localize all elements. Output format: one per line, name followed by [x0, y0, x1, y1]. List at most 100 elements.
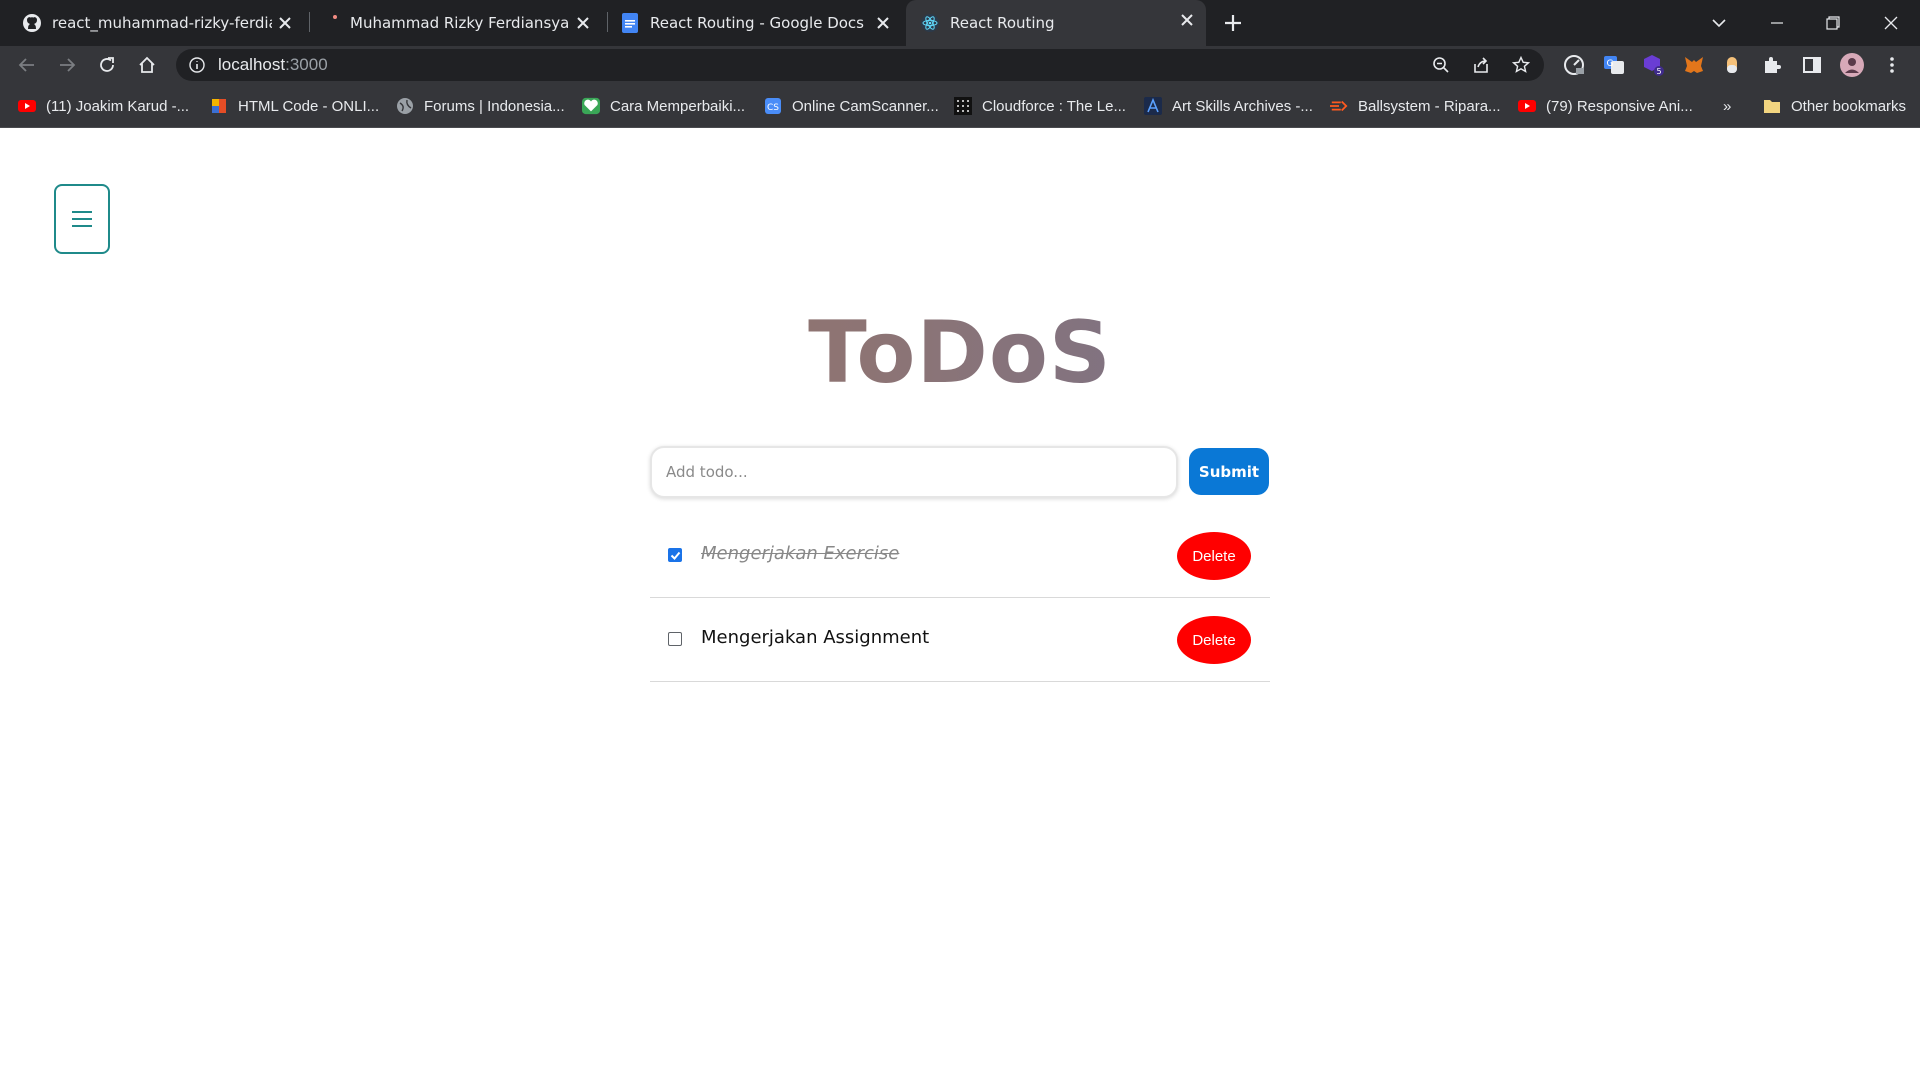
browser-toolbar: localhost:3000 G 5: [0, 46, 1920, 84]
github-icon: [22, 13, 42, 33]
hamburger-icon: [72, 211, 92, 227]
bookmark-item[interactable]: CS Online CamScanner...: [764, 96, 939, 116]
tab-portfolio[interactable]: Muhammad Rizky Ferdiansyah -: [306, 3, 602, 43]
info-icon[interactable]: [188, 56, 206, 74]
forward-button[interactable]: [53, 51, 81, 79]
svg-text:5: 5: [1657, 67, 1662, 76]
other-bookmarks[interactable]: Other bookmarks: [1763, 96, 1906, 116]
camscanner-icon: CS: [764, 97, 782, 115]
chevron-double-right-icon: »: [1723, 97, 1732, 115]
bookmark-label: (11) Joakim Karud -...: [46, 97, 190, 115]
close-icon[interactable]: [574, 14, 592, 32]
todo-checkbox[interactable]: [668, 632, 682, 646]
tab-google-docs[interactable]: React Routing - Google Docs: [606, 3, 902, 43]
url-host: localhost: [218, 55, 286, 74]
page-title: ToDoS: [0, 303, 1920, 403]
close-icon[interactable]: [276, 14, 294, 32]
todo-item: Mengerjakan Exercise Delete: [650, 514, 1270, 598]
share-icon[interactable]: [1470, 54, 1492, 76]
chevron-down-icon: [1712, 19, 1726, 28]
extensions-puzzle-icon[interactable]: [1758, 51, 1786, 79]
close-icon[interactable]: [1178, 11, 1196, 29]
url-text: localhost:3000: [218, 55, 328, 75]
submit-button[interactable]: Submit: [1189, 448, 1269, 495]
todo-checkbox-checked[interactable]: [668, 548, 682, 562]
ballsystem-icon: [1330, 97, 1348, 115]
back-button[interactable]: [13, 51, 41, 79]
tab-github[interactable]: react_muhammad-rizky-ferdiansyah: [8, 3, 304, 43]
arrow-left-icon: [18, 58, 34, 72]
heart-icon: [582, 97, 600, 115]
side-panel-icon[interactable]: [1798, 51, 1826, 79]
google-translate-icon[interactable]: G: [1600, 51, 1628, 79]
reload-icon: [100, 57, 114, 72]
svg-text:G: G: [1607, 59, 1614, 69]
bookmark-label: Art Skills Archives -...: [1172, 97, 1313, 115]
menu-toggle-button[interactable]: [54, 184, 110, 254]
add-todo-form: Submit: [650, 446, 1270, 498]
bookmark-item[interactable]: HTML Code - ONLI...: [210, 96, 379, 116]
extension-capsule-icon[interactable]: [1718, 51, 1746, 79]
plus-icon: [1225, 15, 1241, 31]
checkmark-icon: [670, 551, 680, 560]
reload-button[interactable]: [93, 51, 121, 79]
more-bookmarks-button[interactable]: »: [1723, 96, 1731, 116]
menu-kebab-icon[interactable]: [1878, 51, 1906, 79]
tab-title: React Routing - Google Docs: [650, 14, 864, 32]
page-viewport: ToDoS Submit Mengerjakan Exercise Delete…: [0, 128, 1920, 1078]
home-button[interactable]: [133, 51, 161, 79]
minimize-button[interactable]: [1762, 8, 1792, 38]
react-icon: [920, 13, 940, 33]
bookmark-label: (79) Responsive Ani...: [1546, 97, 1693, 115]
bookmark-item[interactable]: (79) Responsive Ani...: [1518, 96, 1693, 116]
other-bookmarks-label: Other bookmarks: [1791, 97, 1907, 115]
bookmark-label: Online CamScanner...: [792, 97, 939, 115]
bookmark-item[interactable]: Cloudforce : The Le...: [954, 96, 1126, 116]
tab-title: Muhammad Rizky Ferdiansyah -: [350, 14, 570, 32]
tab-react-routing[interactable]: React Routing: [906, 0, 1206, 46]
metamask-fox-icon[interactable]: [1680, 51, 1708, 79]
bookmark-item[interactable]: Ballsystem - Ripara...: [1330, 96, 1501, 116]
todo-item: Mengerjakan Assignment Delete: [650, 598, 1270, 682]
restore-icon: [1826, 16, 1840, 30]
delete-button[interactable]: Delete: [1177, 532, 1251, 580]
youtube-icon: [1518, 97, 1536, 115]
art-icon: [1144, 97, 1162, 115]
zoom-icon[interactable]: [1430, 54, 1452, 76]
bookmark-item[interactable]: Forums | Indonesia...: [396, 96, 565, 116]
bookmark-label: Ballsystem - Ripara...: [1358, 97, 1501, 115]
todo-input[interactable]: [650, 446, 1178, 498]
google-docs-icon: [620, 13, 640, 33]
restore-button[interactable]: [1818, 8, 1848, 38]
tab-strip: react_muhammad-rizky-ferdiansyah Muhamma…: [0, 0, 1920, 46]
todo-text: Mengerjakan Assignment: [701, 627, 930, 648]
profile-avatar-icon[interactable]: [1838, 51, 1866, 79]
bookmark-item[interactable]: (11) Joakim Karud -...: [18, 96, 189, 116]
address-bar[interactable]: localhost:3000: [176, 49, 1544, 81]
bookmarks-bar: (11) Joakim Karud -... HTML Code - ONLI.…: [0, 84, 1920, 128]
extension-speed-icon[interactable]: [1560, 51, 1588, 79]
new-tab-button[interactable]: [1220, 10, 1246, 36]
bookmark-star-icon[interactable]: [1510, 54, 1532, 76]
bookmark-item[interactable]: Art Skills Archives -...: [1144, 96, 1313, 116]
close-window-button[interactable]: [1876, 8, 1906, 38]
todo-text: Mengerjakan Exercise: [701, 543, 900, 564]
home-icon: [139, 56, 155, 73]
tab-title: React Routing: [950, 14, 1055, 32]
extension-cube-icon[interactable]: 5: [1640, 51, 1668, 79]
youtube-icon: [18, 97, 36, 115]
bookmark-label: Cloudforce : The Le...: [982, 97, 1126, 115]
url-port: :3000: [285, 55, 328, 74]
svg-text:CS: CS: [767, 103, 779, 113]
unsaved-dot-icon: [320, 13, 340, 33]
html-icon: [210, 97, 228, 115]
todo-list: Mengerjakan Exercise Delete Mengerjakan …: [650, 514, 1270, 682]
bookmark-item[interactable]: Cara Memperbaiki...: [582, 96, 745, 116]
tab-search-button[interactable]: [1704, 8, 1734, 38]
close-icon[interactable]: [874, 14, 892, 32]
globe-icon: [396, 97, 414, 115]
arrow-right-icon: [60, 58, 76, 72]
folder-icon: [1763, 97, 1781, 115]
tab-title: react_muhammad-rizky-ferdiansyah: [52, 14, 272, 32]
delete-button[interactable]: Delete: [1177, 616, 1251, 664]
